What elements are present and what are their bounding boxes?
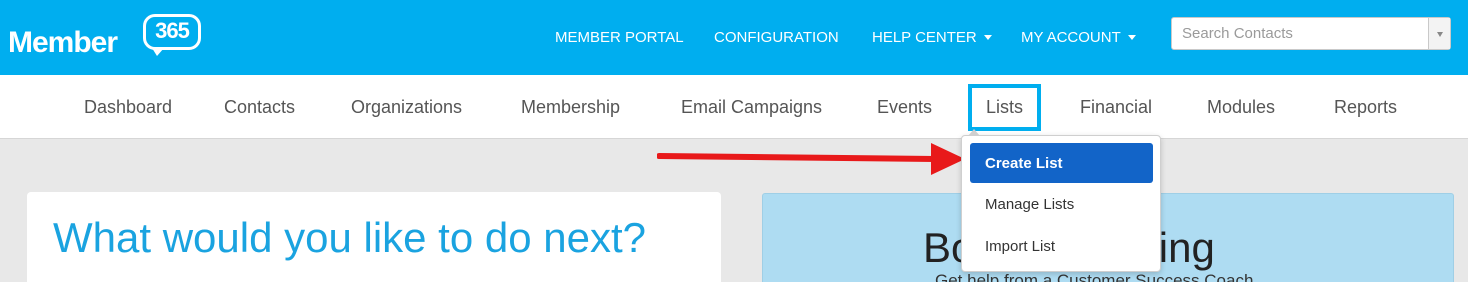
search-input[interactable] bbox=[1172, 18, 1427, 49]
next-steps-card: What would you like to do next? bbox=[27, 192, 721, 282]
nav-member-portal[interactable]: MEMBER PORTAL bbox=[555, 0, 684, 75]
red-arrow-icon bbox=[657, 143, 965, 175]
nav-help-center[interactable]: HELP CENTER bbox=[872, 0, 992, 75]
nav-configuration[interactable]: CONFIGURATION bbox=[714, 0, 839, 75]
nav-events[interactable]: Events bbox=[877, 75, 932, 139]
next-steps-heading: What would you like to do next? bbox=[53, 214, 647, 261]
book-meeting-subtitle: Get help from a Customer Success Coach bbox=[935, 271, 1254, 282]
search-contacts bbox=[1171, 17, 1451, 50]
logo-number: 365 bbox=[155, 18, 190, 43]
top-bar: Member 365 MEMBER PORTAL CONFIGURATION H… bbox=[0, 0, 1468, 75]
nav-my-account[interactable]: MY ACCOUNT bbox=[1021, 0, 1136, 75]
menu-item-manage-lists[interactable]: Manage Lists bbox=[970, 184, 1153, 224]
nav-contacts[interactable]: Contacts bbox=[224, 75, 295, 139]
caret-down-icon bbox=[1127, 35, 1136, 40]
nav-email-campaigns[interactable]: Email Campaigns bbox=[681, 75, 822, 139]
logo-wordmark: Member bbox=[8, 26, 118, 59]
nav-membership[interactable]: Membership bbox=[521, 75, 620, 139]
logo-speech-bubble-icon: 365 bbox=[143, 14, 201, 56]
nav-reports[interactable]: Reports bbox=[1334, 75, 1397, 139]
nav-dashboard[interactable]: Dashboard bbox=[84, 75, 172, 139]
menu-item-create-list[interactable]: Create List bbox=[970, 143, 1153, 183]
nav-financial[interactable]: Financial bbox=[1080, 75, 1152, 139]
lists-dropdown-menu: Create List Manage Lists Import List bbox=[961, 129, 1161, 272]
chevron-down-icon[interactable] bbox=[1428, 18, 1450, 49]
lists-highlight-box bbox=[968, 84, 1041, 131]
menu-item-import-list[interactable]: Import List bbox=[970, 226, 1153, 266]
nav-modules[interactable]: Modules bbox=[1207, 75, 1275, 139]
nav-organizations[interactable]: Organizations bbox=[351, 75, 462, 139]
caret-down-icon bbox=[983, 35, 992, 40]
main-nav: Dashboard Contacts Organizations Members… bbox=[0, 75, 1468, 139]
